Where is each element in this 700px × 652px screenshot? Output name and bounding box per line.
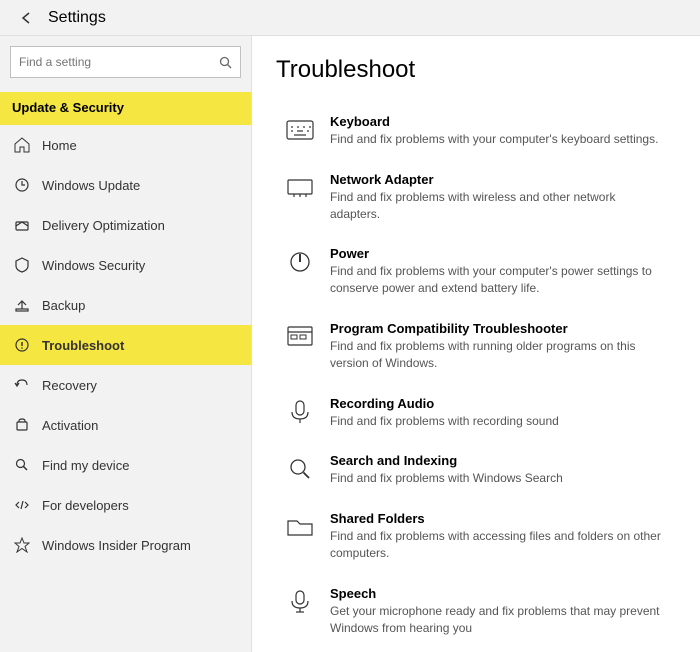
sidebar-item-label-troubleshoot: Troubleshoot: [42, 338, 124, 353]
recording-audio-icon: [284, 396, 316, 428]
program-compatibility-icon: [284, 321, 316, 353]
power-description: Find and fix problems with your computer…: [330, 263, 668, 297]
search-indexing-description: Find and fix problems with Windows Searc…: [330, 470, 668, 487]
troubleshoot-item-program-compatibility[interactable]: Program Compatibility Troubleshooter Find…: [276, 311, 676, 382]
sidebar-item-activation[interactable]: Activation: [0, 405, 251, 445]
insider-icon: [12, 535, 32, 555]
speech-description: Get your microphone ready and fix proble…: [330, 603, 668, 637]
troubleshoot-items-list: Keyboard Find and fix problems with your …: [276, 104, 676, 652]
sidebar-item-label-activation: Activation: [42, 418, 98, 433]
back-button[interactable]: [12, 4, 40, 32]
troubleshoot-item-speech[interactable]: Speech Get your microphone ready and fix …: [276, 576, 676, 647]
troubleshoot-item-recording-audio[interactable]: Recording Audio Find and fix problems wit…: [276, 386, 676, 440]
speech-icon: [284, 586, 316, 618]
power-text: Power Find and fix problems with your com…: [330, 246, 668, 297]
network-adapter-title: Network Adapter: [330, 172, 668, 187]
titlebar: Settings: [0, 0, 700, 36]
sidebar-item-home[interactable]: Home: [0, 125, 251, 165]
sidebar-item-find-my-device[interactable]: Find my device: [0, 445, 251, 485]
sidebar-item-windows-security[interactable]: Windows Security: [0, 245, 251, 285]
power-icon: [284, 246, 316, 278]
page-title: Troubleshoot: [276, 56, 676, 84]
find-icon: [12, 455, 32, 475]
network-adapter-text: Network Adapter Find and fix problems wit…: [330, 172, 668, 223]
search-icon: [219, 56, 232, 69]
sidebar-item-label-windows-update: Windows Update: [42, 178, 140, 193]
speech-text: Speech Get your microphone ready and fix …: [330, 586, 668, 637]
sidebar-item-label-home: Home: [42, 138, 77, 153]
update-icon: [12, 175, 32, 195]
shared-folders-text: Shared Folders Find and fix problems with…: [330, 511, 668, 562]
program-compatibility-text: Program Compatibility Troubleshooter Find…: [330, 321, 668, 372]
power-title: Power: [330, 246, 668, 261]
troubleshoot-item-network-adapter[interactable]: Network Adapter Find and fix problems wit…: [276, 162, 676, 233]
troubleshoot-item-shared-folders[interactable]: Shared Folders Find and fix problems with…: [276, 501, 676, 572]
search-indexing-text: Search and Indexing Find and fix problems…: [330, 453, 668, 487]
search-input[interactable]: [19, 55, 219, 69]
sidebar-item-label-find-my-device: Find my device: [42, 458, 129, 473]
recording-audio-text: Recording Audio Find and fix problems wit…: [330, 396, 668, 430]
sidebar-item-delivery-optimization[interactable]: Delivery Optimization: [0, 205, 251, 245]
titlebar-title: Settings: [48, 9, 106, 27]
sidebar-item-label-delivery-optimization: Delivery Optimization: [42, 218, 165, 233]
sidebar-item-label-for-developers: For developers: [42, 498, 129, 513]
sidebar-item-recovery[interactable]: Recovery: [0, 365, 251, 405]
search-indexing-title: Search and Indexing: [330, 453, 668, 468]
content-area: Troubleshoot Keyboard Find and fix proble…: [252, 36, 700, 652]
delivery-icon: [12, 215, 32, 235]
keyboard-title: Keyboard: [330, 114, 668, 129]
recording-audio-title: Recording Audio: [330, 396, 668, 411]
activation-icon: [12, 415, 32, 435]
keyboard-icon: [284, 114, 316, 146]
troubleshoot-item-power[interactable]: Power Find and fix problems with your com…: [276, 236, 676, 307]
sidebar-item-label-backup: Backup: [42, 298, 85, 313]
sidebar: Update & Security Home Windows Update Deli…: [0, 36, 252, 652]
dev-icon: [12, 495, 32, 515]
network-adapter-description: Find and fix problems with wireless and …: [330, 189, 668, 223]
search-indexing-icon: [284, 453, 316, 485]
program-compatibility-description: Find and fix problems with running older…: [330, 338, 668, 372]
shield-icon: [12, 255, 32, 275]
keyboard-description: Find and fix problems with your computer…: [330, 131, 668, 148]
recovery-icon: [12, 375, 32, 395]
recording-audio-description: Find and fix problems with recording sou…: [330, 413, 668, 430]
shared-folders-title: Shared Folders: [330, 511, 668, 526]
sidebar-item-troubleshoot[interactable]: Troubleshoot: [0, 325, 251, 365]
home-icon: [12, 135, 32, 155]
troubleshoot-item-search-indexing[interactable]: Search and Indexing Find and fix problems…: [276, 443, 676, 497]
sidebar-item-backup[interactable]: Backup: [0, 285, 251, 325]
sidebar-item-label-recovery: Recovery: [42, 378, 97, 393]
main-container: Update & Security Home Windows Update Deli…: [0, 36, 700, 652]
nav-items-list: Home Windows Update Delivery Optimization W…: [0, 125, 251, 565]
program-compatibility-title: Program Compatibility Troubleshooter: [330, 321, 668, 336]
network-adapter-icon: [284, 172, 316, 204]
shared-folders-icon: [284, 511, 316, 543]
sidebar-item-label-windows-security: Windows Security: [42, 258, 145, 273]
backup-icon: [12, 295, 32, 315]
sidebar-item-for-developers[interactable]: For developers: [0, 485, 251, 525]
section-header: Update & Security: [0, 92, 251, 125]
sidebar-item-label-windows-insider: Windows Insider Program: [42, 538, 191, 553]
sidebar-item-windows-insider[interactable]: Windows Insider Program: [0, 525, 251, 565]
search-box[interactable]: [10, 46, 241, 78]
troubleshoot-icon: [12, 335, 32, 355]
shared-folders-description: Find and fix problems with accessing fil…: [330, 528, 668, 562]
sidebar-item-windows-update[interactable]: Windows Update: [0, 165, 251, 205]
keyboard-text: Keyboard Find and fix problems with your …: [330, 114, 668, 148]
troubleshoot-item-keyboard[interactable]: Keyboard Find and fix problems with your …: [276, 104, 676, 158]
speech-title: Speech: [330, 586, 668, 601]
